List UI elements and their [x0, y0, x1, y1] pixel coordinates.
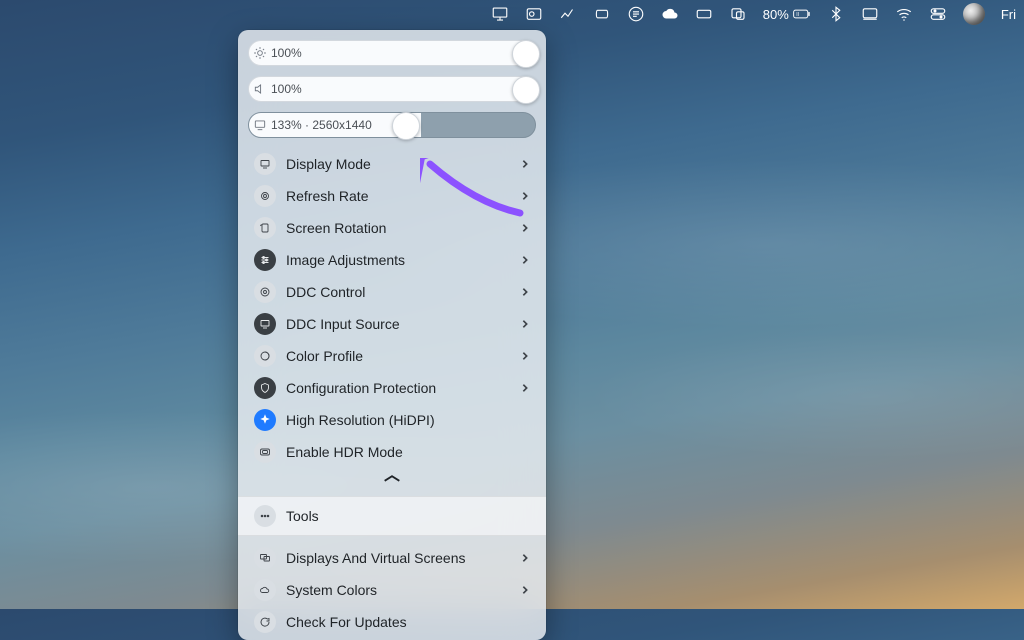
display-control-panel: 100% 100% 133% · 2560x1440 Display Mode R… — [238, 30, 546, 640]
resolution-value-label: 133% · 2560x1440 — [271, 118, 372, 132]
input-icon — [254, 313, 276, 335]
menubar-mirror-icon[interactable] — [729, 5, 747, 23]
menu-item-label: DDC Control — [286, 284, 510, 300]
menu-item-label: Displays And Virtual Screens — [286, 550, 510, 566]
color-icon — [254, 345, 276, 367]
chevron-right-icon — [520, 380, 530, 396]
menu-item-input[interactable]: DDC Input Source — [248, 308, 536, 340]
display-icon — [254, 153, 276, 175]
volume-icon — [249, 82, 271, 96]
menu-item-shield[interactable]: Configuration Protection — [248, 372, 536, 404]
chevron-right-icon — [520, 582, 530, 598]
menubar-chart-icon[interactable] — [559, 5, 577, 23]
menu-item-cloud[interactable]: System Colors — [248, 574, 536, 606]
brightness-icon — [249, 46, 271, 60]
menu-item-label: DDC Input Source — [286, 316, 510, 332]
menu-item-screens[interactable]: Displays And Virtual Screens — [248, 542, 536, 574]
chevron-right-icon — [520, 284, 530, 300]
chevron-right-icon — [520, 156, 530, 172]
menu-item-label: High Resolution (HiDPI) — [286, 412, 530, 428]
menu-item-label: Enable HDR Mode — [286, 444, 530, 460]
menubar-vpn-icon[interactable] — [593, 5, 611, 23]
resolution-slider[interactable]: 133% · 2560x1440 — [248, 112, 536, 138]
resolution-icon — [249, 118, 271, 132]
tools-label: Tools — [286, 508, 319, 524]
menubar-bluetooth-icon[interactable] — [827, 5, 845, 23]
adjust-icon — [254, 249, 276, 271]
menu-item-color[interactable]: Color Profile — [248, 340, 536, 372]
svg-text:II: II — [796, 12, 799, 18]
menu-item-label: System Colors — [286, 582, 510, 598]
volume-slider-thumb[interactable] — [512, 76, 540, 104]
menu-item-label: Check For Updates — [286, 614, 530, 630]
cloud-icon — [254, 579, 276, 601]
menubar-moon-weather-icon[interactable] — [963, 3, 985, 25]
resolution-slider-thumb[interactable] — [392, 112, 420, 140]
refresh-icon — [254, 185, 276, 207]
menu-item-display[interactable]: Display Mode — [248, 148, 536, 180]
chevron-right-icon — [520, 348, 530, 364]
menubar: 80% II Fri — [0, 0, 1024, 28]
menu-item-label: Refresh Rate — [286, 188, 510, 204]
chevron-right-icon — [520, 550, 530, 566]
secondary-menu-list: Displays And Virtual Screens System Color… — [248, 542, 536, 638]
menubar-outlook-icon[interactable] — [525, 5, 543, 23]
ddc-icon — [254, 281, 276, 303]
screens-icon — [254, 547, 276, 569]
rotate-icon — [254, 217, 276, 239]
chevron-right-icon — [520, 220, 530, 236]
sparkle-icon — [254, 409, 276, 431]
chevron-right-icon — [520, 252, 530, 268]
volume-slider[interactable]: 100% — [248, 76, 536, 102]
menu-item-adjust[interactable]: Image Adjustments — [248, 244, 536, 276]
battery-percent-label: 80% — [763, 7, 789, 22]
more-icon — [254, 505, 276, 527]
primary-menu-list: Display Mode Refresh Rate Screen Rotation I… — [248, 148, 536, 468]
hdr-icon — [254, 441, 276, 463]
menu-item-label: Configuration Protection — [286, 380, 510, 396]
volume-value-label: 100% — [271, 82, 302, 96]
collapse-toggle[interactable] — [248, 472, 536, 490]
menubar-clock[interactable]: Fri — [1001, 7, 1016, 22]
menu-item-label: Image Adjustments — [286, 252, 510, 268]
brightness-slider-thumb[interactable] — [512, 40, 540, 68]
menubar-display-icon[interactable] — [491, 5, 509, 23]
reload-icon — [254, 611, 276, 633]
chevron-right-icon — [520, 188, 530, 204]
shield-icon — [254, 377, 276, 399]
menubar-battery[interactable]: 80% II — [763, 5, 811, 23]
menubar-queue-icon[interactable] — [627, 5, 645, 23]
menu-item-sparkle[interactable]: High Resolution (HiDPI) — [248, 404, 536, 436]
menu-item-ddc[interactable]: DDC Control — [248, 276, 536, 308]
menu-item-reload[interactable]: Check For Updates — [248, 606, 536, 638]
menubar-screenshare-icon[interactable] — [861, 5, 879, 23]
menu-item-refresh[interactable]: Refresh Rate — [248, 180, 536, 212]
menubar-control-center-icon[interactable] — [929, 5, 947, 23]
menubar-cloud-icon[interactable] — [661, 5, 679, 23]
menu-item-label: Display Mode — [286, 156, 510, 172]
menubar-wifi-icon[interactable] — [895, 5, 913, 23]
menu-item-label: Screen Rotation — [286, 220, 510, 236]
chevron-right-icon — [520, 316, 530, 332]
tools-header[interactable]: Tools — [238, 496, 546, 536]
menubar-keyboard-icon[interactable] — [695, 5, 713, 23]
menu-item-label: Color Profile — [286, 348, 510, 364]
brightness-slider[interactable]: 100% — [248, 40, 536, 66]
brightness-value-label: 100% — [271, 46, 302, 60]
menu-item-hdr[interactable]: Enable HDR Mode — [248, 436, 536, 468]
menu-item-rotate[interactable]: Screen Rotation — [248, 212, 536, 244]
